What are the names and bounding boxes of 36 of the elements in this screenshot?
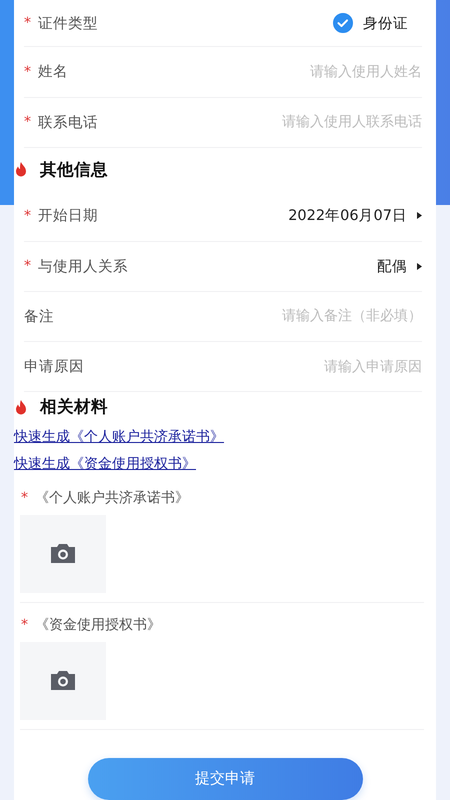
camera-icon bbox=[51, 671, 75, 690]
field-label: 备注 bbox=[24, 308, 54, 326]
document-label: 《个人账户共济承诺书》 bbox=[35, 488, 189, 507]
caret-icon bbox=[417, 212, 422, 220]
flame-icon bbox=[14, 162, 28, 178]
required-mark: * bbox=[24, 258, 32, 274]
required-mark: * bbox=[24, 208, 32, 224]
camera-icon bbox=[51, 544, 75, 564]
input-field[interactable]: 请输入备注（非必填） bbox=[222, 308, 422, 324]
field-label: 申请原因 bbox=[24, 358, 84, 376]
select-value[interactable]: 配偶 bbox=[377, 256, 407, 276]
required-mark: * bbox=[24, 15, 32, 32]
photo-upload-button[interactable] bbox=[20, 514, 106, 593]
caret-icon bbox=[417, 262, 422, 270]
generate-link[interactable]: 快速生成《资金使用授权书》 bbox=[14, 456, 196, 472]
generate-link[interactable]: 快速生成《个人账户共济承诺书》 bbox=[14, 428, 224, 445]
field-label: 与使用人关系 bbox=[38, 258, 128, 276]
input-field[interactable]: 请输入申请原因 bbox=[222, 358, 422, 375]
required-mark: * bbox=[24, 114, 32, 130]
option-label: 身份证 bbox=[363, 14, 408, 33]
document-label: 《资金使用授权书》 bbox=[35, 616, 161, 634]
required-mark: * bbox=[20, 490, 29, 506]
input-field[interactable]: 请输入使用人联系电话 bbox=[222, 114, 422, 130]
input-field[interactable]: 请输入使用人姓名 bbox=[222, 64, 422, 80]
select-value[interactable]: 2022年06月07日 bbox=[288, 206, 407, 226]
flame-icon bbox=[14, 400, 28, 415]
section-title: 相关材料 bbox=[40, 396, 108, 418]
required-mark: * bbox=[24, 64, 32, 80]
field-label: 联系电话 bbox=[38, 114, 98, 132]
checkmark-icon[interactable] bbox=[333, 13, 353, 34]
field-label: 证件类型 bbox=[38, 14, 98, 33]
field-label: 姓名 bbox=[38, 63, 68, 82]
field-label: 开始日期 bbox=[38, 207, 98, 226]
required-mark: * bbox=[20, 616, 29, 633]
section-title: 其他信息 bbox=[40, 158, 108, 181]
photo-upload-button[interactable] bbox=[20, 642, 106, 720]
